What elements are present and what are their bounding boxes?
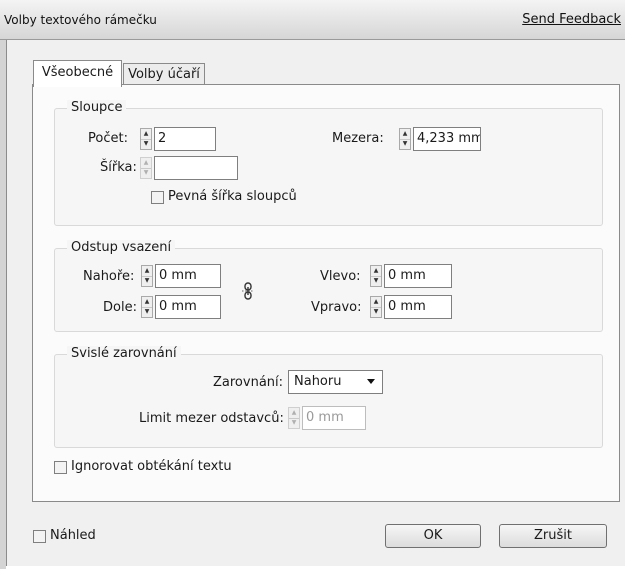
spin-down-icon[interactable]: ▼ bbox=[142, 277, 152, 287]
alignment-selected-value: Nahoru bbox=[294, 374, 342, 389]
column-count-stepper[interactable]: ▲ ▼ 2 bbox=[140, 127, 216, 151]
spin-down-icon[interactable]: ▼ bbox=[371, 277, 381, 287]
spin-up-icon[interactable]: ▲ bbox=[289, 408, 299, 419]
gutter-label: Mezera: bbox=[332, 131, 384, 146]
inset-right-label: Vpravo: bbox=[311, 300, 362, 315]
tab-baseline-options-label: Volby účaří bbox=[128, 67, 200, 82]
column-count-spinner[interactable]: ▲ ▼ bbox=[140, 128, 152, 150]
paragraph-spacing-limit-spinner[interactable]: ▲ ▼ bbox=[288, 407, 300, 429]
preview-label: Náhled bbox=[50, 528, 96, 543]
inset-bottom-label: Dole: bbox=[103, 300, 137, 315]
paragraph-spacing-limit-input[interactable]: 0 mm bbox=[302, 406, 366, 430]
ignore-text-wrap-label: Ignorovat obtékání textu bbox=[71, 459, 232, 474]
inset-top-input[interactable]: 0 mm bbox=[155, 264, 221, 288]
inset-left-input[interactable]: 0 mm bbox=[384, 264, 452, 288]
spin-down-icon[interactable]: ▼ bbox=[400, 140, 410, 150]
spin-up-icon[interactable]: ▲ bbox=[400, 129, 410, 140]
gutter-spinner[interactable]: ▲ ▼ bbox=[399, 128, 411, 150]
gutter-stepper[interactable]: ▲ ▼ 4,233 mm bbox=[399, 127, 481, 151]
ok-button[interactable]: OK bbox=[385, 524, 481, 548]
tab-general-label: Všeobecné bbox=[41, 65, 114, 80]
inset-legend: Odstup vsazení bbox=[67, 240, 176, 255]
preview-checkbox[interactable] bbox=[33, 530, 46, 543]
spin-up-icon[interactable]: ▲ bbox=[371, 297, 381, 308]
spin-down-icon[interactable]: ▼ bbox=[142, 308, 152, 318]
inset-bottom-stepper[interactable]: ▲ ▼ 0 mm bbox=[141, 295, 221, 319]
send-feedback-link[interactable]: Send Feedback bbox=[522, 12, 621, 27]
column-count-input[interactable]: 2 bbox=[154, 127, 216, 151]
alignment-dropdown[interactable]: Nahoru bbox=[288, 370, 383, 394]
tab-baseline-options[interactable]: Volby účaří bbox=[123, 63, 205, 85]
inset-right-spinner[interactable]: ▲ ▼ bbox=[370, 296, 382, 318]
column-width-label: Šířka: bbox=[100, 160, 137, 175]
paragraph-spacing-limit-stepper[interactable]: ▲ ▼ 0 mm bbox=[288, 406, 366, 430]
gutter-input[interactable]: 4,233 mm bbox=[413, 127, 481, 151]
spin-down-icon[interactable]: ▼ bbox=[371, 308, 381, 318]
chain-link-icon[interactable] bbox=[241, 282, 255, 300]
alignment-label: Zarovnání: bbox=[213, 375, 284, 390]
inset-left-label: Vlevo: bbox=[320, 269, 361, 284]
inset-top-stepper[interactable]: ▲ ▼ 0 mm bbox=[141, 264, 221, 288]
column-width-input[interactable] bbox=[154, 156, 238, 180]
spin-up-icon[interactable]: ▲ bbox=[142, 297, 152, 308]
inset-right-stepper[interactable]: ▲ ▼ 0 mm bbox=[370, 295, 452, 319]
spin-up-icon[interactable]: ▲ bbox=[141, 129, 151, 140]
fixed-width-checkbox[interactable] bbox=[151, 191, 164, 204]
spin-down-icon[interactable]: ▼ bbox=[141, 169, 151, 179]
inset-top-label: Nahoře: bbox=[83, 269, 135, 284]
column-width-stepper[interactable]: ▲ ▼ bbox=[140, 156, 238, 180]
tab-general[interactable]: Všeobecné bbox=[33, 60, 122, 87]
columns-group: Sloupce Počet: ▲ ▼ 2 Mezera: ▲ ▼ 4,233 mm … bbox=[54, 100, 603, 226]
title-bar: Volby textového rámečku Send Feedback bbox=[0, 0, 625, 40]
spin-down-icon[interactable]: ▼ bbox=[141, 140, 151, 150]
spin-up-icon[interactable]: ▲ bbox=[142, 266, 152, 277]
window-title: Volby textového rámečku bbox=[4, 13, 157, 27]
inset-top-spinner[interactable]: ▲ ▼ bbox=[141, 265, 153, 287]
inset-bottom-spinner[interactable]: ▲ ▼ bbox=[141, 296, 153, 318]
columns-legend: Sloupce bbox=[67, 100, 127, 115]
inset-right-input[interactable]: 0 mm bbox=[384, 295, 452, 319]
inset-bottom-input[interactable]: 0 mm bbox=[155, 295, 221, 319]
tab-panel-general: Sloupce Počet: ▲ ▼ 2 Mezera: ▲ ▼ 4,233 mm … bbox=[32, 84, 620, 502]
column-width-spinner[interactable]: ▲ ▼ bbox=[140, 157, 152, 179]
vertical-justification-group: Svislé zarovnání Zarovnání: Nahoru Limit… bbox=[54, 346, 603, 448]
paragraph-spacing-limit-label: Limit mezer odstavců: bbox=[139, 411, 284, 426]
inset-group: Odstup vsazení Nahoře: ▲ ▼ 0 mm Dole: ▲ ▼ … bbox=[54, 240, 603, 332]
spin-up-icon[interactable]: ▲ bbox=[371, 266, 381, 277]
ignore-text-wrap-checkbox[interactable] bbox=[54, 461, 67, 474]
inset-left-spinner[interactable]: ▲ ▼ bbox=[370, 265, 382, 287]
cancel-button[interactable]: Zrušit bbox=[499, 524, 607, 548]
spin-down-icon[interactable]: ▼ bbox=[289, 419, 299, 429]
vertical-justification-legend: Svislé zarovnání bbox=[67, 346, 181, 361]
spin-up-icon[interactable]: ▲ bbox=[141, 158, 151, 169]
fixed-width-label: Pevná šířka sloupců bbox=[168, 189, 297, 204]
inset-left-stepper[interactable]: ▲ ▼ 0 mm bbox=[370, 264, 452, 288]
column-count-label: Počet: bbox=[88, 131, 128, 146]
chevron-down-icon bbox=[367, 379, 375, 384]
